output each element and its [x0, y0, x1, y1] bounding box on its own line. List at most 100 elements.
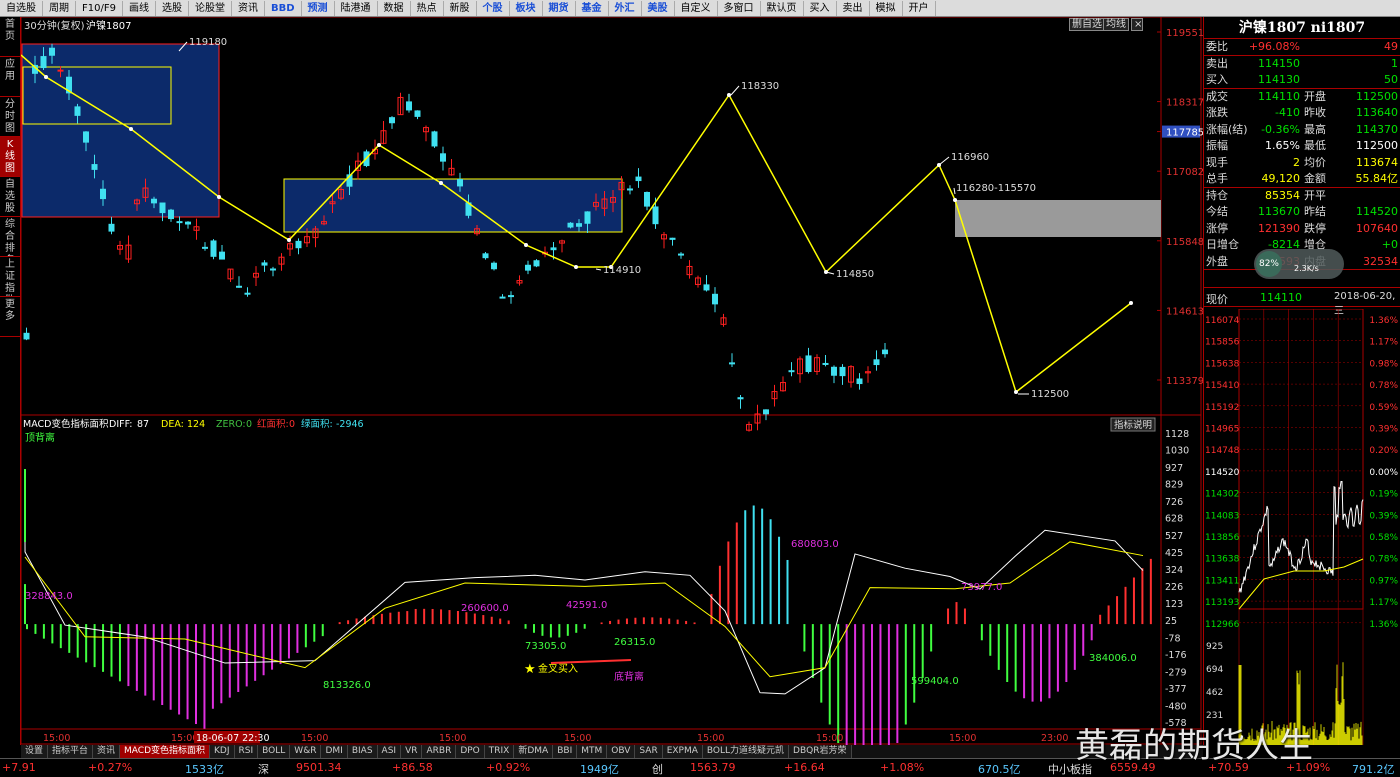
- quote-mid-label: 最低: [1304, 139, 1326, 152]
- menu-item-21[interactable]: 默认页: [761, 0, 804, 16]
- macd-header-item: DEA:: [161, 419, 184, 430]
- mini-pct-label: 0.39%: [1369, 511, 1398, 521]
- nav-item-6[interactable]: 上 证 指 数: [0, 257, 20, 297]
- pivot-dot: [44, 75, 48, 79]
- menu-item-16[interactable]: 基金: [576, 0, 609, 16]
- menu-item-18[interactable]: 美股: [642, 0, 675, 16]
- menu-item-15[interactable]: 期货: [543, 0, 576, 16]
- indicator-tab-5[interactable]: RSI: [234, 745, 259, 758]
- menu-item-22[interactable]: 买入: [804, 0, 837, 16]
- candle-body: [831, 366, 837, 376]
- menu-item-17[interactable]: 外汇: [609, 0, 642, 16]
- macd-tick-label: 628: [1165, 514, 1183, 525]
- indicator-tab-3[interactable]: MACD变色指标面积: [120, 745, 211, 758]
- indicator-explain-label: 指标说明: [1114, 419, 1152, 431]
- nav-item-2[interactable]: 分 时 图: [0, 97, 20, 137]
- indicator-tab-2[interactable]: 资讯: [93, 745, 121, 758]
- speed-badge[interactable]: 82% 2.3K/s: [1254, 249, 1344, 279]
- menu-item-25[interactable]: 开户: [903, 0, 936, 16]
- nav-item-4[interactable]: 自 选 股: [0, 177, 20, 217]
- nav-item-0[interactable]: 首 页: [0, 17, 20, 57]
- menu-item-5[interactable]: 论股堂: [189, 0, 232, 16]
- quote-row-7: 现手 2 均价 113674: [1204, 155, 1400, 172]
- macd-annotations: 328843.0 813326.0 260600.0 73305.0 42591.0 26…: [25, 539, 1137, 691]
- indicator-tab-18[interactable]: OBV: [607, 745, 636, 758]
- mini-pct-label: 1.36%: [1369, 316, 1398, 326]
- menu-item-11[interactable]: 热点: [411, 0, 444, 16]
- kline-chart[interactable]: 119180 118330 116960 116280-115570 114910 114…: [21, 17, 1203, 745]
- menu-item-0[interactable]: 自选股: [0, 0, 43, 16]
- menu-item-9[interactable]: 陆港通: [335, 0, 378, 16]
- menu-item-7[interactable]: BBD: [265, 0, 302, 16]
- menu-item-2[interactable]: F10/F9: [76, 0, 123, 16]
- candle-body: [185, 221, 191, 225]
- menu-item-13[interactable]: 个股: [477, 0, 510, 16]
- indicator-tab-10[interactable]: ASI: [377, 745, 402, 758]
- indicator-tab-20[interactable]: EXPMA: [662, 745, 703, 758]
- nav-item-5[interactable]: 综 合 排 名: [0, 217, 20, 257]
- quote-right: 114370: [1356, 122, 1398, 136]
- indicator-tab-0[interactable]: 设置: [21, 745, 49, 758]
- indicator-tab-9[interactable]: BIAS: [347, 745, 378, 758]
- candle-body: [40, 56, 47, 69]
- indicator-tab-1[interactable]: 指标平台: [48, 745, 94, 758]
- candle-body: [482, 253, 489, 259]
- quote-value: 113670: [1258, 205, 1300, 218]
- indicator-tab-4[interactable]: KDJ: [210, 745, 235, 758]
- menu-item-3[interactable]: 画线: [123, 0, 156, 16]
- price-label-p119180: 119180: [189, 37, 227, 48]
- candle-body: [389, 117, 395, 124]
- time-label: 15:00: [301, 733, 328, 744]
- quote-value: 114150: [1258, 56, 1300, 70]
- menu-item-19[interactable]: 自定义: [675, 0, 718, 16]
- indicator-tab-13[interactable]: DPO: [456, 745, 485, 758]
- nav-item-7[interactable]: 更 多: [0, 297, 20, 337]
- menu-item-20[interactable]: 多窗口: [718, 0, 761, 16]
- indicator-tab-7[interactable]: W&R: [290, 745, 322, 758]
- badge-pct: 82%: [1256, 251, 1282, 277]
- indicator-tab-6[interactable]: BOLL: [258, 745, 291, 758]
- close-icon[interactable]: ×: [1131, 18, 1143, 31]
- indicator-tab-12[interactable]: ARBR: [422, 745, 457, 758]
- time-label: 15:00: [564, 733, 591, 744]
- menu-item-14[interactable]: 板块: [510, 0, 543, 16]
- mini-pct-label: 1.36%: [1369, 620, 1398, 630]
- ma-button[interactable]: 均线: [1103, 18, 1129, 31]
- menu-item-4[interactable]: 选股: [156, 0, 189, 16]
- menu-item-24[interactable]: 模拟: [870, 0, 903, 16]
- quote-label: 持仓: [1206, 188, 1228, 202]
- menu-item-23[interactable]: 卖出: [837, 0, 870, 16]
- menu-item-12[interactable]: 新股: [444, 0, 477, 16]
- indicator-tab-14[interactable]: TRIX: [484, 745, 515, 758]
- mini-price-line: [1238, 480, 1364, 593]
- candle-body: [839, 366, 846, 377]
- indicator-tab-16[interactable]: BBI: [553, 745, 578, 758]
- quote-row-2: 买入 114130 50: [1204, 72, 1400, 89]
- indicator-tab-22[interactable]: DBQR岩芳荣: [789, 745, 852, 758]
- pivot-dot: [1014, 390, 1018, 394]
- nav-item-3[interactable]: K 线 图: [0, 137, 20, 177]
- menu-item-1[interactable]: 周期: [43, 0, 76, 16]
- menu-item-6[interactable]: 资讯: [232, 0, 265, 16]
- mini-vol-label: 694: [1206, 665, 1223, 675]
- status-item-3: 深: [258, 763, 269, 776]
- intraday-chart[interactable]: 116074 1.36% 115856 1.17% 115638 0.98% 115410 0…: [1204, 309, 1400, 745]
- indicator-tab-19[interactable]: SAR: [635, 745, 663, 758]
- consolidation-zones: [21, 43, 1161, 237]
- diff-line: [24, 529, 1144, 695]
- menu-item-10[interactable]: 数据: [378, 0, 411, 16]
- candle-body: [270, 268, 276, 271]
- price-label-p114850: 114850: [836, 269, 874, 280]
- quote-mid-label: 昨结: [1304, 205, 1326, 218]
- indicator-tab-21[interactable]: BOLL力道线疑元凯: [702, 745, 790, 758]
- quote-row-8: 总手 49,120 金额 55.84亿: [1204, 171, 1400, 188]
- quote-label: 涨跌: [1206, 106, 1228, 119]
- status-item-1: +0.27%: [88, 761, 133, 774]
- menu-item-8[interactable]: 预测: [302, 0, 335, 16]
- remove-favorite-button[interactable]: 删自选: [1069, 18, 1105, 31]
- indicator-tab-11[interactable]: VR: [401, 745, 423, 758]
- indicator-tab-15[interactable]: 新DMA: [514, 745, 554, 758]
- nav-item-1[interactable]: 应 用: [0, 57, 20, 97]
- indicator-tab-8[interactable]: DMI: [321, 745, 348, 758]
- indicator-tab-17[interactable]: MTM: [577, 745, 608, 758]
